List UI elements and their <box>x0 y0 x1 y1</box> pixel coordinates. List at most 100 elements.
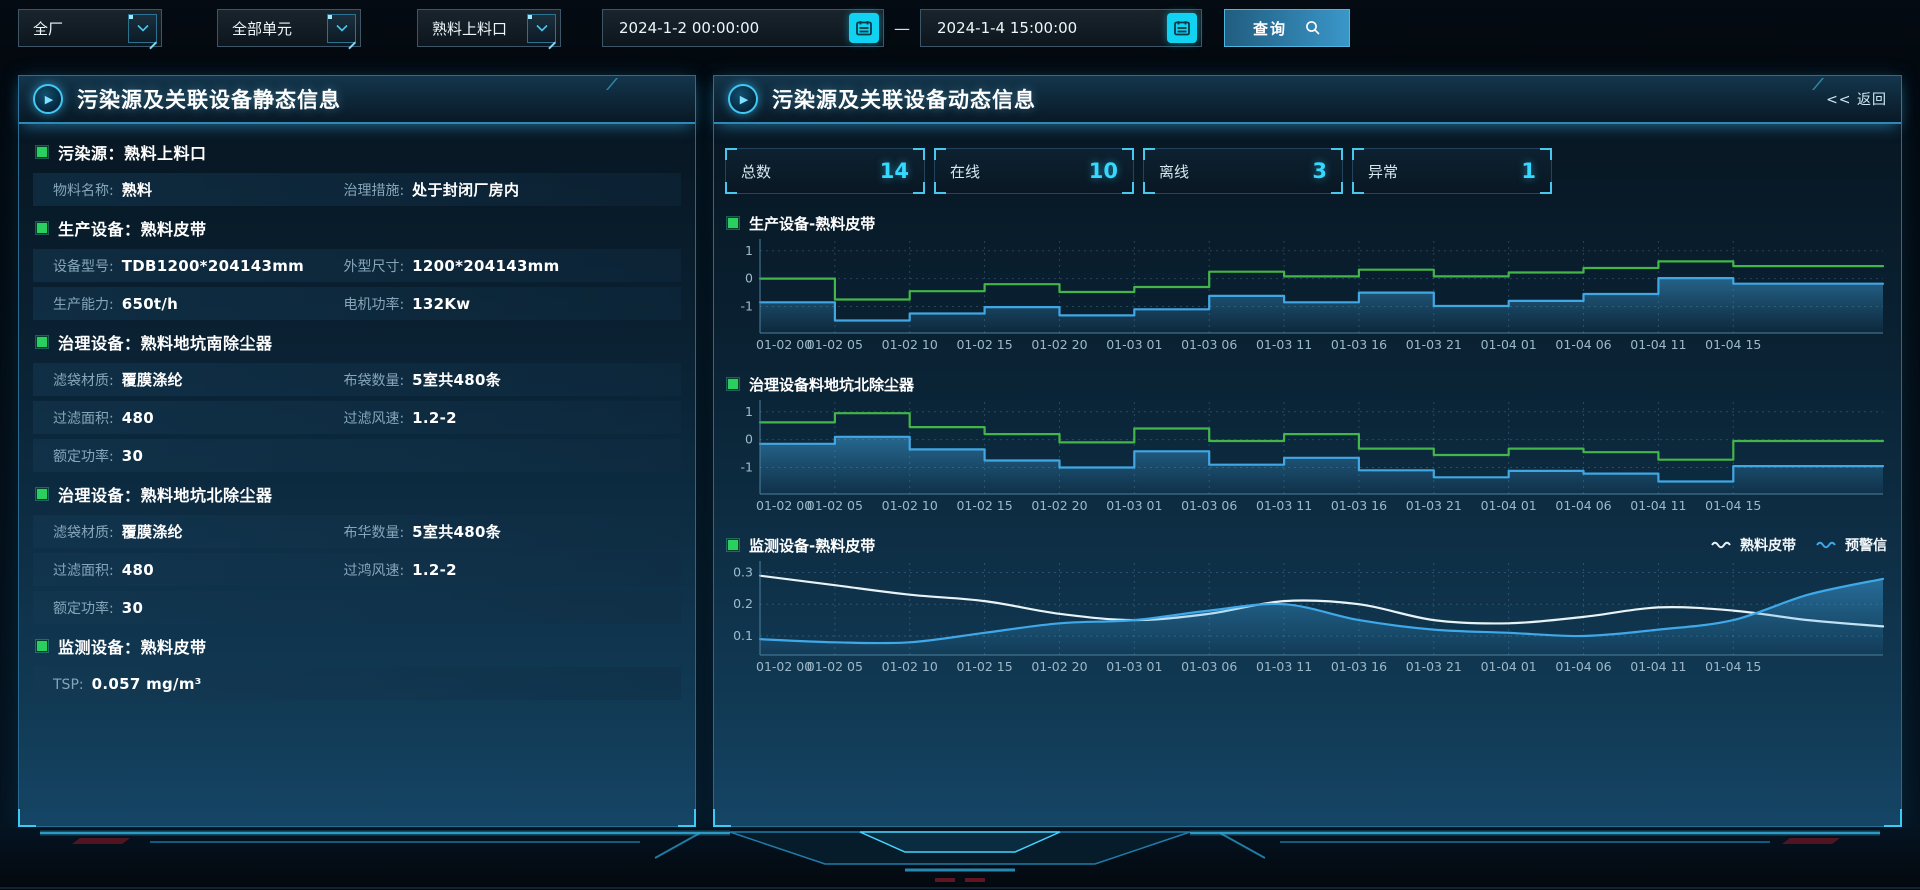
chart-title: 治理设备料地坑北除尘器 <box>749 374 914 395</box>
section-header: 污染源：熟料上料口 <box>37 139 681 165</box>
section-rows: 物料名称:熟料治理措施:处于封闭厂房内 <box>33 173 681 206</box>
field-value: 覆膜涤纶 <box>122 369 183 390</box>
field-label: 过滤面积: <box>53 560 114 580</box>
green-square-icon <box>37 641 47 651</box>
svg-text:01-02 10: 01-02 10 <box>882 659 938 674</box>
corner-bracket <box>1122 148 1134 160</box>
dashboard: 全厂 全部单元 熟料上料口 2024-1-2 00:00:00 — 2024-1 <box>0 0 1920 890</box>
svg-text:01-04 06: 01-04 06 <box>1555 659 1611 674</box>
section-rows: 滤袋材质:覆膜涤纶布华数量:5室共480条过滤面积:480过鸿风速:1.2-2 额… <box>33 515 681 624</box>
chart-plot: 10-101-02 0001-02 0501-02 1001-02 1501-0… <box>728 235 1889 355</box>
toolbar: 全厂 全部单元 熟料上料口 2024-1-2 00:00:00 — 2024-1 <box>0 0 1920 56</box>
svg-text:01-02 20: 01-02 20 <box>1031 337 1087 352</box>
chart-title-row: 治理设备料地坑北除尘器 <box>728 372 1887 396</box>
svg-text:01-03 16: 01-03 16 <box>1331 337 1387 352</box>
svg-text:01-04 01: 01-04 01 <box>1481 498 1537 513</box>
stat-label: 离线 <box>1159 161 1189 182</box>
field-value: 30 <box>122 599 143 617</box>
svg-text:01-03 06: 01-03 06 <box>1181 498 1237 513</box>
play-icon <box>728 84 758 114</box>
info-cell: 外型尺寸:1200*204143mm <box>343 256 671 276</box>
field-label: 过滤风速: <box>343 408 404 428</box>
info-cell: 过鸿风速:1.2-2 <box>343 560 671 580</box>
svg-text:01-03 21: 01-03 21 <box>1406 337 1462 352</box>
calendar-icon[interactable] <box>1167 13 1197 43</box>
info-row: 过滤面积:480过鸿风速:1.2-2 <box>33 553 681 586</box>
field-label: 布华数量: <box>343 522 404 542</box>
green-square-icon <box>728 540 738 550</box>
end-datetime-value: 2024-1-4 15:00:00 <box>937 19 1077 37</box>
field-value: 30 <box>122 447 143 465</box>
svg-text:01-03 16: 01-03 16 <box>1331 498 1387 513</box>
end-datetime-input[interactable]: 2024-1-4 15:00:00 <box>920 9 1202 47</box>
stat-card: 总数 14 <box>725 148 925 194</box>
field-label: 电机功率: <box>343 294 404 314</box>
corner-bracket <box>913 148 925 160</box>
calendar-icon[interactable] <box>849 13 879 43</box>
info-row: 额定功率:30 <box>33 439 681 472</box>
date-range-separator: — <box>894 19 910 38</box>
back-button[interactable]: << 返回 <box>1826 89 1887 109</box>
info-cell: 布袋数量:5室共480条 <box>343 369 671 390</box>
corner-bracket <box>1331 148 1343 160</box>
field-value: 0.057 mg/m³ <box>92 675 202 693</box>
svg-text:01-02 00: 01-02 00 <box>756 498 812 513</box>
field-label: 外型尺寸: <box>343 256 404 276</box>
info-row: TSP:0.057 mg/m³ <box>33 667 681 700</box>
plant-select[interactable]: 全厂 <box>18 9 162 47</box>
field-label: 额定功率: <box>53 598 114 618</box>
svg-text:01-04 11: 01-04 11 <box>1630 337 1686 352</box>
chart-title-row: 生产设备-熟料皮带 <box>728 211 1887 235</box>
stat-card: 在线 10 <box>934 148 1134 194</box>
field-value: 132Kw <box>412 295 470 313</box>
section-header: 治理设备：熟料地坑南除尘器 <box>37 329 681 355</box>
start-datetime-input[interactable]: 2024-1-2 00:00:00 <box>602 9 884 47</box>
section-rows: 滤袋材质:覆膜涤纶布袋数量:5室共480条过滤面积:480过滤风速:1.2-2额… <box>33 363 681 472</box>
chevron-down-icon[interactable] <box>327 14 356 43</box>
svg-text:0: 0 <box>745 432 753 447</box>
section-header: 治理设备：熟料地坑北除尘器 <box>37 481 681 507</box>
chart-plot: 0.30.20.101-02 0001-02 0501-02 1001-02 1… <box>728 557 1889 677</box>
svg-text:01-03 06: 01-03 06 <box>1181 659 1237 674</box>
svg-text:01-04 06: 01-04 06 <box>1555 337 1611 352</box>
chevron-down-icon[interactable] <box>527 14 556 43</box>
field-value: 480 <box>122 409 154 427</box>
svg-text:01-02 15: 01-02 15 <box>956 659 1012 674</box>
svg-text:01-03 06: 01-03 06 <box>1181 337 1237 352</box>
field-label: 过鸿风速: <box>343 560 404 580</box>
stat-card: 异常 1 <box>1352 148 1552 194</box>
info-cell: 布华数量:5室共480条 <box>343 521 671 542</box>
legend-item[interactable]: 预警信 <box>1816 535 1887 555</box>
legend-item[interactable]: 熟料皮带 <box>1711 535 1796 555</box>
info-cell: TSP:0.057 mg/m³ <box>53 675 343 693</box>
field-value: 650t/h <box>122 295 178 313</box>
svg-text:01-04 11: 01-04 11 <box>1630 659 1686 674</box>
stat-value: 3 <box>1312 159 1327 183</box>
static-panel-header: 污染源及关联设备静态信息 <box>19 76 695 124</box>
stat-label: 总数 <box>741 161 771 182</box>
section-rows: TSP:0.057 mg/m³ <box>33 667 681 700</box>
corner-bracket <box>1122 182 1134 194</box>
chevron-down-icon[interactable] <box>128 14 157 43</box>
field-label: 物料名称: <box>53 180 114 200</box>
field-label: 滤袋材质: <box>53 370 114 390</box>
start-datetime-value: 2024-1-2 00:00:00 <box>619 19 759 37</box>
svg-text:01-04 01: 01-04 01 <box>1481 659 1537 674</box>
svg-text:01-02 10: 01-02 10 <box>882 337 938 352</box>
svg-text:01-03 11: 01-03 11 <box>1256 659 1312 674</box>
field-value: 5室共480条 <box>412 369 501 390</box>
legend-label: 预警信 <box>1845 535 1887 555</box>
green-square-icon <box>728 218 738 228</box>
source-select[interactable]: 熟料上料口 <box>417 9 561 47</box>
info-cell: 滤袋材质:覆膜涤纶 <box>53 521 343 542</box>
unit-select[interactable]: 全部单元 <box>217 9 361 47</box>
field-value: 熟料 <box>122 179 153 200</box>
field-label: 治理措施: <box>343 180 404 200</box>
info-row: 额定功率: 30 <box>33 591 681 624</box>
info-row: 生产能力:650t/h电机功率:132Kw <box>33 287 681 320</box>
svg-text:01-03 21: 01-03 21 <box>1406 659 1462 674</box>
svg-text:01-02 15: 01-02 15 <box>956 498 1012 513</box>
query-button[interactable]: 查询 <box>1224 9 1350 47</box>
corner-bracket <box>1352 182 1364 194</box>
corner-bracket <box>725 148 737 160</box>
